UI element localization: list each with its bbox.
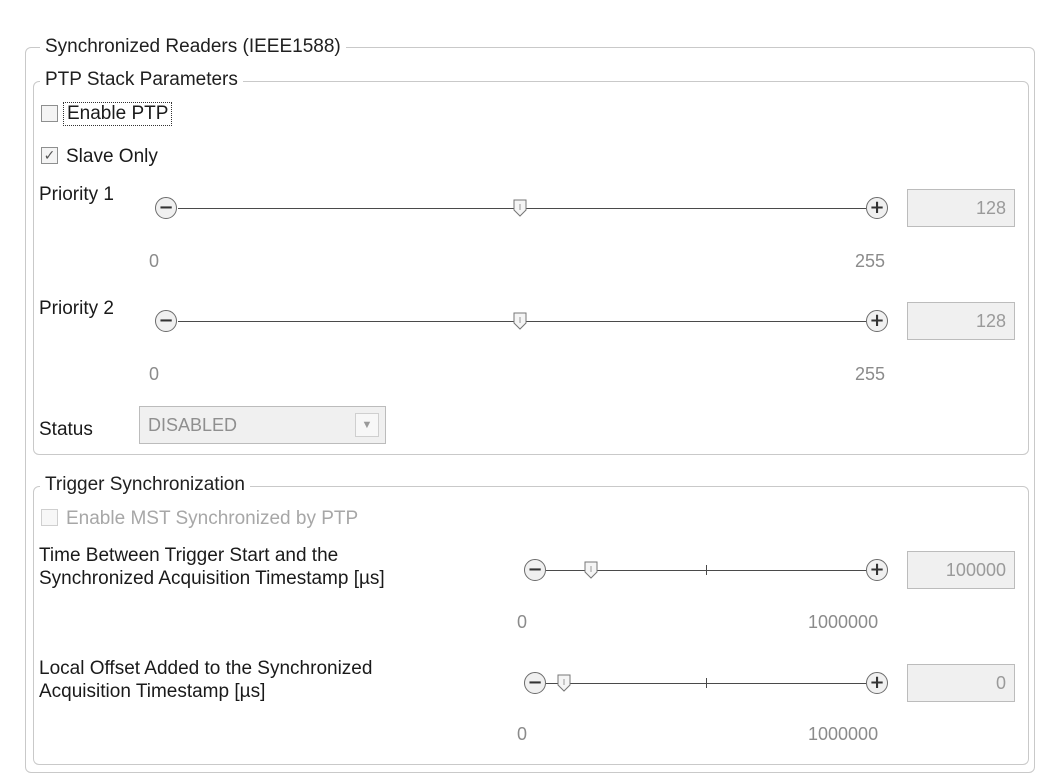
trigger-sync-title: Trigger Synchronization [40, 474, 250, 496]
priority1-value-field[interactable]: 128 [907, 189, 1015, 227]
priority2-value-field[interactable]: 128 [907, 302, 1015, 340]
slave-only-label[interactable]: Slave Only [66, 146, 158, 168]
status-label: Status [39, 419, 93, 440]
chevron-down-icon[interactable]: ▼ [355, 413, 379, 437]
enable-ptp-checkbox[interactable] [41, 105, 58, 122]
local-offset-value-field[interactable]: 0 [907, 664, 1015, 702]
status-dropdown-value: DISABLED [148, 415, 238, 435]
priority1-increase-button[interactable]: + [866, 197, 888, 219]
priority2-slider-thumb[interactable] [512, 312, 528, 330]
local-offset-increase-button[interactable]: + [866, 672, 888, 694]
synchronized-readers-title: Synchronized Readers (IEEE1588) [40, 36, 346, 58]
local-offset-label-line2: Acquisition Timestamp [µs] [39, 681, 266, 702]
local-offset-slider-thumb[interactable] [556, 674, 572, 692]
time-between-label-line2: Synchronized Acquisition Timestamp [µs] [39, 568, 385, 589]
priority1-label: Priority 1 [39, 184, 114, 205]
local-offset-slider-tick [706, 678, 707, 688]
time-between-slider-tick [706, 565, 707, 575]
ptp-stack-title: PTP Stack Parameters [40, 69, 243, 91]
priority2-label: Priority 2 [39, 298, 114, 319]
time-between-value-field[interactable]: 100000 [907, 551, 1015, 589]
priority2-min-label: 0 [149, 364, 160, 384]
priority2-increase-button[interactable]: + [866, 310, 888, 332]
local-offset-min-label: 0 [517, 724, 528, 744]
time-between-slider-thumb[interactable] [583, 561, 599, 579]
priority1-max-label: 255 [855, 251, 886, 271]
local-offset-decrease-button[interactable]: − [524, 672, 546, 694]
enable-ptp-label[interactable]: Enable PTP [63, 102, 173, 126]
slave-only-checkbox[interactable]: ✓ [41, 147, 58, 164]
status-dropdown[interactable]: DISABLED ▼ [139, 406, 386, 444]
priority1-min-label: 0 [149, 251, 160, 271]
enable-mst-label[interactable]: Enable MST Synchronized by PTP [66, 508, 358, 530]
priority1-decrease-button[interactable]: − [155, 197, 177, 219]
enable-mst-checkbox[interactable] [41, 509, 58, 526]
time-between-increase-button[interactable]: + [866, 559, 888, 581]
time-between-min-label: 0 [517, 612, 528, 632]
priority1-slider-thumb[interactable] [512, 199, 528, 217]
local-offset-max-label: 1000000 [808, 724, 879, 744]
time-between-decrease-button[interactable]: − [524, 559, 546, 581]
priority2-max-label: 255 [855, 364, 886, 384]
time-between-max-label: 1000000 [808, 612, 879, 632]
priority2-decrease-button[interactable]: − [155, 310, 177, 332]
time-between-label-line1: Time Between Trigger Start and the [39, 545, 339, 566]
local-offset-label-line1: Local Offset Added to the Synchronized [39, 658, 373, 679]
